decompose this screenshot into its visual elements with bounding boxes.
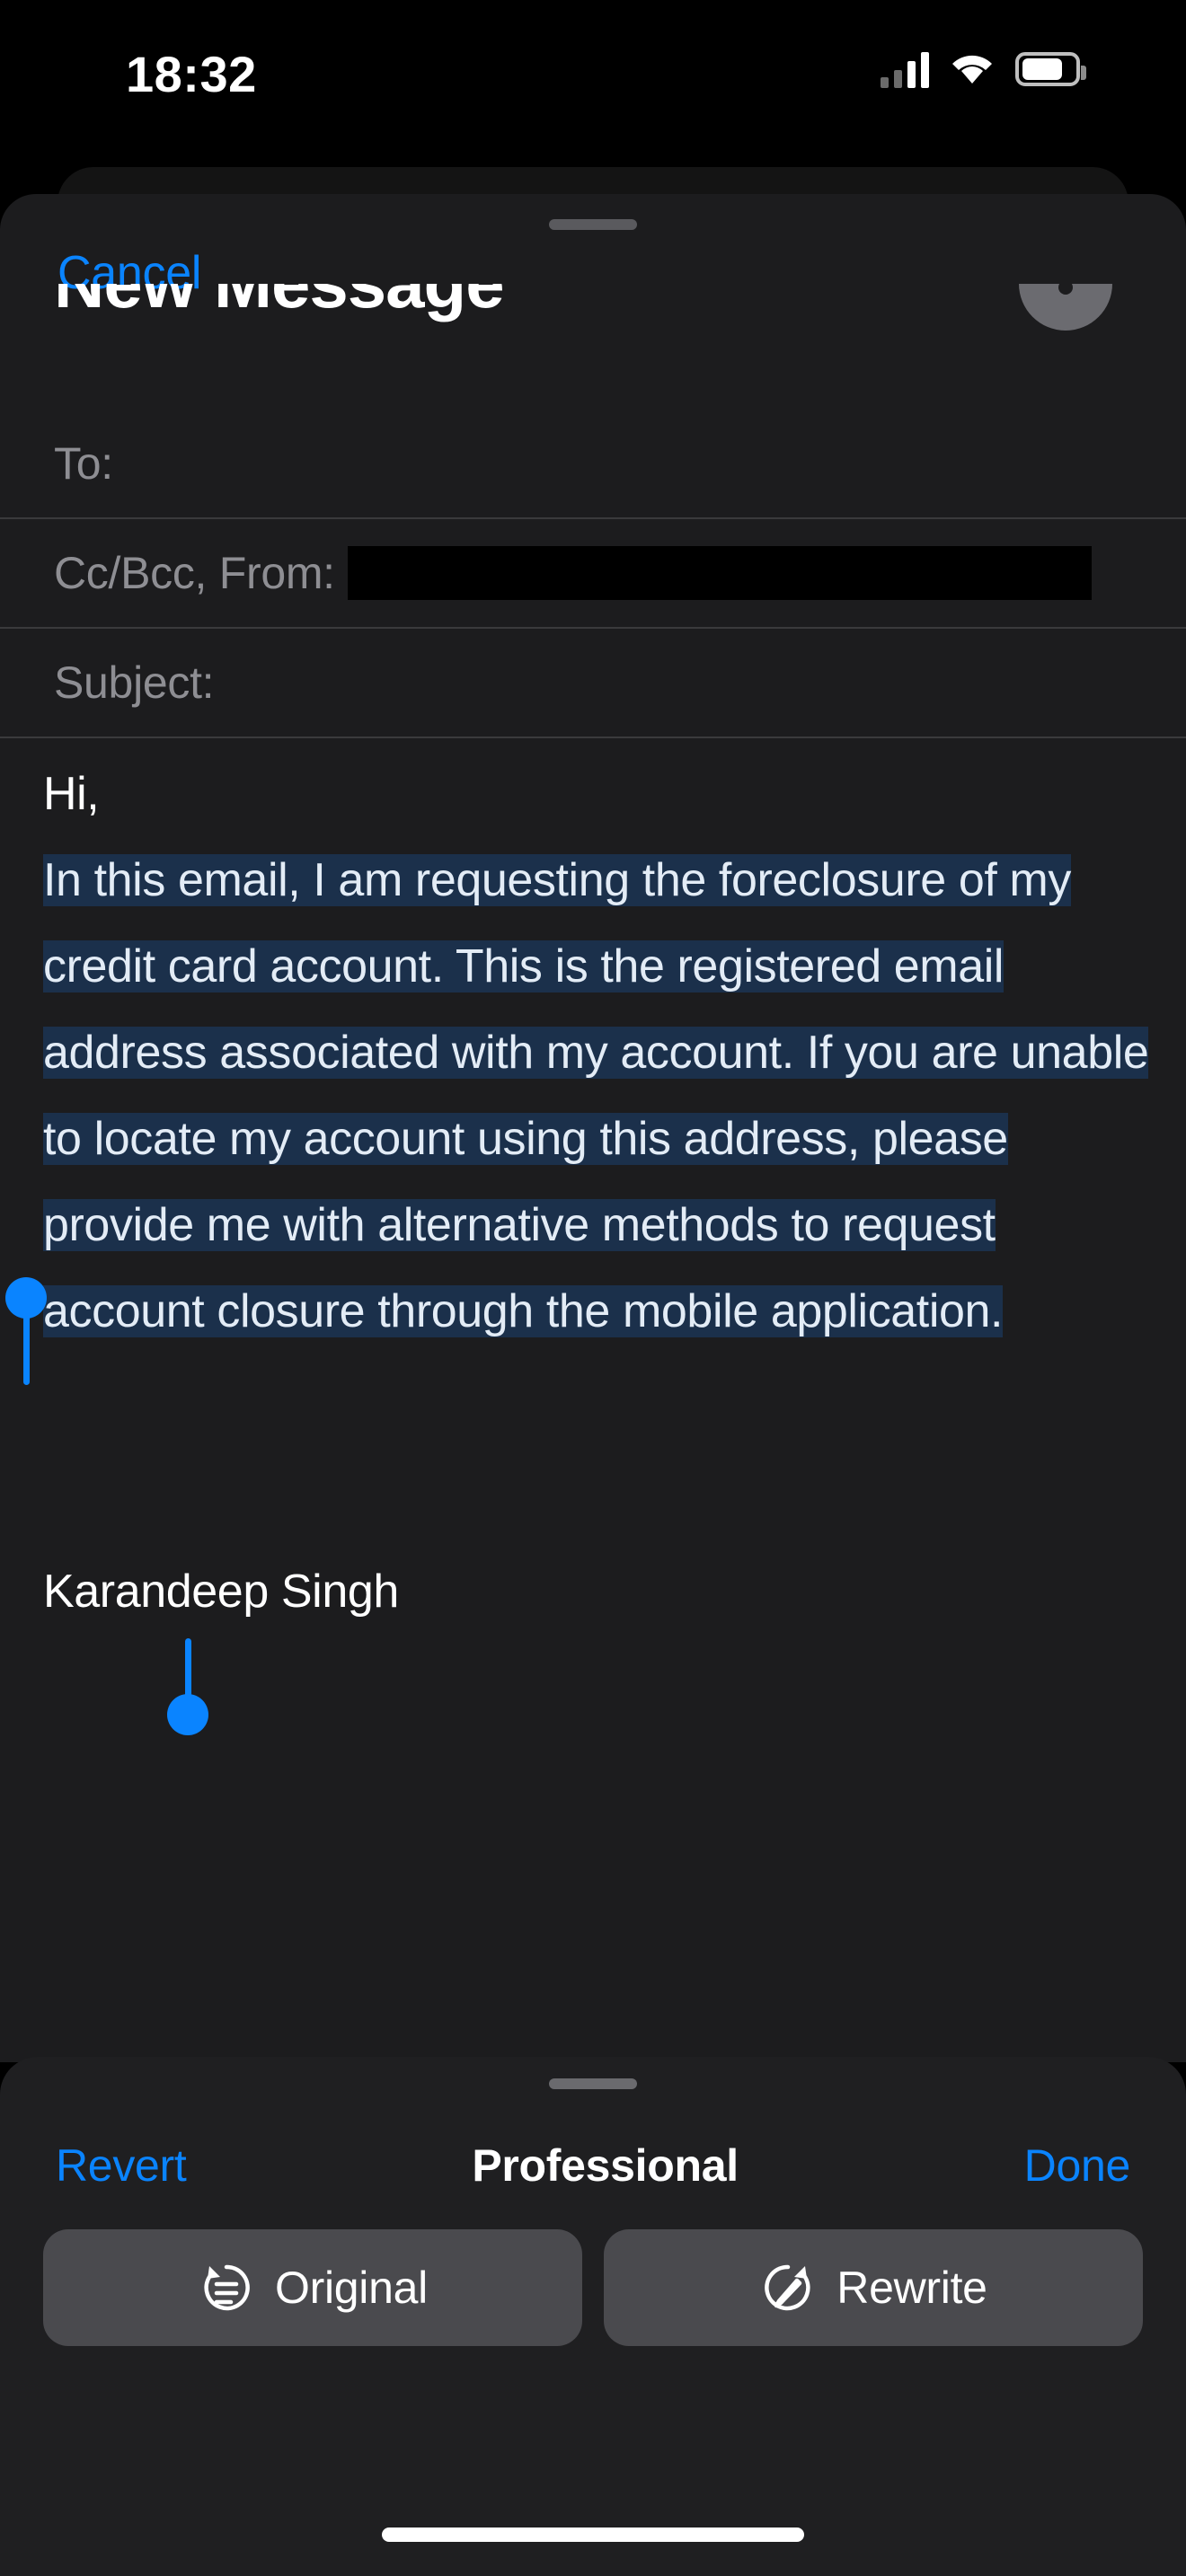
- sheet-grabber-icon[interactable]: [549, 2078, 637, 2089]
- cc-bcc-from-field[interactable]: Cc/Bcc, From:: [0, 519, 1186, 629]
- sheet-grabber-icon[interactable]: [549, 219, 637, 230]
- original-button[interactable]: Original: [43, 2229, 582, 2346]
- rewrite-pencil-icon: [765, 2264, 810, 2311]
- style-title: Professional: [472, 2140, 739, 2191]
- revert-button[interactable]: Revert: [56, 2139, 187, 2192]
- contact-avatar-icon[interactable]: [988, 284, 1132, 340]
- status-time: 18:32: [126, 46, 257, 102]
- message-body-text[interactable]: Hi, In this email, I am requesting the f…: [43, 751, 1152, 1354]
- to-field[interactable]: To:: [0, 410, 1186, 519]
- subject-field[interactable]: Subject:: [0, 629, 1186, 738]
- cc-bcc-from-label: Cc/Bcc, From:: [54, 548, 335, 598]
- rewrite-button-label: Rewrite: [836, 2263, 987, 2313]
- body-signature: Karandeep Singh: [43, 1566, 399, 1618]
- writing-tools-actions: Original Rewrite: [43, 2229, 1143, 2346]
- home-indicator[interactable]: [382, 2527, 804, 2542]
- page-title-text: New Message: [54, 284, 505, 324]
- subject-field-label: Subject:: [54, 657, 215, 708]
- phone-screen: 18:32 Cancel New Message To:: [0, 0, 1186, 2576]
- writing-tools-sheet: Revert Professional Done Original Rewrit…: [0, 2057, 1186, 2576]
- status-indicators: [881, 50, 1086, 88]
- done-button[interactable]: Done: [1024, 2139, 1131, 2192]
- to-field-label: To:: [54, 438, 113, 489]
- selected-body-text[interactable]: In this email, I am requesting the forec…: [43, 854, 1149, 1337]
- original-button-label: Original: [275, 2263, 428, 2313]
- rewrite-button[interactable]: Rewrite: [604, 2229, 1143, 2346]
- body-greeting: Hi,: [43, 768, 100, 820]
- status-bar: 18:32: [0, 0, 1186, 162]
- cellular-signal-icon: [881, 50, 929, 88]
- battery-icon: [1015, 52, 1086, 86]
- wifi-icon: [952, 55, 992, 84]
- redacted-sender-bar: [347, 546, 1092, 600]
- message-body[interactable]: Hi, In this email, I am requesting the f…: [0, 738, 1186, 2059]
- compose-sheet: Cancel New Message To: Cc/Bcc, From: Sub…: [0, 194, 1186, 2062]
- original-revert-icon: [204, 2264, 250, 2311]
- writing-tools-header: Revert Professional Done: [0, 2122, 1186, 2210]
